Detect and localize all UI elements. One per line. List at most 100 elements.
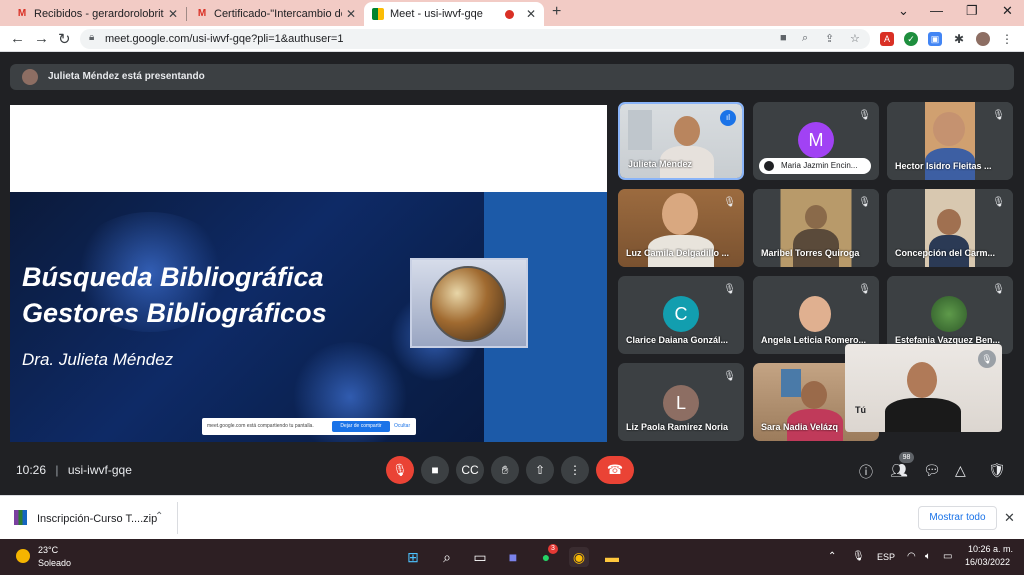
lock-icon[interactable]: 🔒︎ — [89, 32, 94, 43]
url-text[interactable]: meet.google.com/usi-iwvf-gqe?pli=1&authu… — [105, 33, 343, 45]
chrome-icon[interactable]: ◉ — [569, 547, 589, 567]
mic-off-button[interactable]: 🎙︎ — [386, 456, 414, 484]
participant-tile[interactable]: 🎙︎ Concepción del Carm... — [887, 189, 1013, 267]
camera-icon[interactable]: ■ — [780, 32, 787, 44]
participant-tile[interactable]: L 🎙︎ Liz Paola Ramirez Noria — [618, 363, 744, 441]
profile-avatar[interactable] — [976, 32, 990, 46]
close-icon[interactable]: ✕ — [1004, 510, 1015, 526]
notification-badge: 3 — [548, 544, 558, 554]
download-bar: Inscripción-Curso T....zip ⌃ Mostrar tod… — [0, 495, 1024, 539]
participant-name: Clarice Daiana Gonzál... — [626, 335, 729, 345]
new-tab-button[interactable]: + — [552, 3, 561, 21]
weather-description[interactable]: Soleado — [38, 558, 71, 568]
extension-screen-icon[interactable]: ▣ — [928, 32, 942, 46]
tab-title: Recibidos - gerardorolobritez@g — [34, 8, 164, 20]
share-icon[interactable]: ⇪ — [825, 32, 834, 45]
meeting-time: 10:26 — [16, 463, 47, 477]
chat-icon[interactable]: 💬︎ — [923, 462, 941, 479]
hide-notice-button[interactable]: Ocultar — [394, 423, 410, 429]
book-globe-image — [430, 266, 506, 342]
battery-icon[interactable]: ▭ — [943, 551, 952, 562]
presenter-avatar — [22, 69, 38, 85]
extensions-puzzle-icon[interactable]: ✱ — [952, 32, 966, 46]
zoom-icon[interactable]: ⌕ — [802, 32, 808, 45]
weather-temperature[interactable]: 23°C — [38, 545, 58, 555]
bookmark-star-icon[interactable]: ☆ — [850, 32, 860, 45]
mic-off-icon: 🎙︎ — [978, 350, 996, 368]
mic-off-icon: 🎙︎ — [723, 197, 736, 208]
search-icon[interactable]: ⌕ — [437, 547, 457, 567]
participant-face — [933, 112, 965, 146]
meeting-details-icon[interactable]: ⓘ — [859, 462, 873, 482]
host-controls-icon[interactable]: 🛡︎ — [988, 462, 1006, 479]
self-view-tile[interactable]: 🎙︎ Tú — [845, 344, 1002, 432]
clock-time[interactable]: 10:26 a. m. — [968, 544, 1013, 554]
end-call-button[interactable]: ☎︎ — [596, 456, 634, 484]
presenting-text: Julieta Méndez está presentando — [48, 71, 205, 82]
language-indicator[interactable]: ESP — [877, 552, 895, 562]
windows-start-icon[interactable]: ⊞ — [403, 547, 423, 567]
close-tab-icon[interactable]: ✕ — [168, 7, 178, 21]
participant-face — [931, 296, 967, 332]
participant-avatar: M — [798, 122, 834, 158]
camera-button[interactable]: ■ — [421, 456, 449, 484]
speaking-indicator-icon: ıl — [720, 110, 736, 126]
microphone-icon[interactable]: 🎙︎ — [852, 551, 865, 562]
tab-search-icon[interactable]: ⌄ — [898, 3, 909, 19]
raise-hand-button[interactable]: ✋︎ — [491, 456, 519, 484]
activities-icon[interactable]: △ — [955, 462, 966, 479]
participant-tile[interactable]: 🎙︎ Luz Camila Delgadillo ... — [618, 189, 744, 267]
show-all-downloads-button[interactable]: Mostrar todo — [918, 506, 997, 530]
tab-gmail-inbox[interactable]: M Recibidos - gerardorolobritez@g ✕ — [8, 2, 186, 26]
chevron-up-icon[interactable]: ⌃ — [828, 551, 836, 562]
tab-title: Certificado-"Intercambio de Expe — [214, 8, 342, 20]
back-arrow-icon[interactable]: ← — [10, 30, 25, 47]
present-screen-button[interactable]: ⇧ — [526, 456, 554, 484]
slide-content: Búsqueda Bibliográfica Gestores Bibliogr… — [10, 192, 607, 442]
minimize-button[interactable]: — — [930, 3, 943, 18]
close-tab-icon[interactable]: ✕ — [346, 7, 356, 21]
meeting-info: 10:26 | usi-iwvf-gqe — [16, 463, 132, 477]
extension-icon[interactable]: A — [880, 32, 894, 46]
participant-face — [674, 116, 700, 146]
people-icon[interactable]: 👥︎ — [890, 462, 908, 479]
user-icon — [764, 161, 774, 171]
chevron-up-icon[interactable]: ⌃ — [155, 511, 163, 522]
participant-tile[interactable]: C 🎙︎ Clarice Daiana Gonzál... — [618, 276, 744, 354]
close-tab-icon[interactable]: ✕ — [526, 7, 536, 21]
restore-button[interactable]: ❐ — [966, 3, 978, 19]
volume-icon[interactable]: 🔈︎ — [925, 551, 931, 562]
tab-gmail-certificado[interactable]: M Certificado-"Intercambio de Expe ✕ — [188, 2, 364, 26]
participant-tile[interactable]: 🎙︎ Hector Isidro Fleitas ... — [887, 102, 1013, 180]
task-view-icon[interactable]: ▭ — [470, 547, 490, 567]
participant-tile[interactable]: ıl Julieta Méndez — [618, 102, 744, 180]
share-notice-text: meet.google.com está compartiendo tu pan… — [207, 423, 314, 429]
forward-arrow-icon[interactable]: → — [34, 30, 49, 47]
participant-face — [801, 381, 827, 409]
browser-menu-icon[interactable]: ⋮ — [1000, 32, 1014, 46]
file-explorer-icon[interactable]: ▬ — [602, 547, 622, 567]
close-window-button[interactable]: ✕ — [1002, 3, 1013, 19]
slide-author: Dra. Julieta Méndez — [22, 350, 174, 369]
participant-tile[interactable]: M 🎙︎ Maria Jazmin Encin... — [753, 102, 879, 180]
meeting-control-bar: 10:26 | usi-iwvf-gqe 🎙︎ ■ CC ✋︎ ⇧ ⋮ ☎︎ ⓘ… — [0, 452, 1024, 495]
teams-chat-icon[interactable]: ■ — [503, 547, 523, 567]
wifi-icon[interactable]: ◠ — [907, 551, 916, 562]
participant-name: Liz Paola Ramirez Noria — [626, 422, 729, 432]
mic-off-icon: 🎙︎ — [858, 197, 871, 208]
download-filename[interactable]: Inscripción-Curso T....zip — [37, 513, 157, 525]
participant-tile[interactable]: 🎙︎ Maribel Torres Quiroga — [753, 189, 879, 267]
more-options-button[interactable]: ⋮ — [561, 456, 589, 484]
participant-tile[interactable]: 🎙︎ Angela Leticia Romero... — [753, 276, 879, 354]
participant-tile[interactable]: 🎙︎ Estefania Vazquez Ben... — [887, 276, 1013, 354]
reload-icon[interactable]: ↻ — [58, 30, 71, 48]
stop-sharing-button[interactable]: Dejar de compartir — [332, 421, 390, 432]
sun-icon[interactable] — [16, 549, 30, 563]
captions-button[interactable]: CC — [456, 456, 484, 484]
tab-meet[interactable]: Meet - usi-iwvf-gqe ✕ — [364, 2, 544, 26]
clock-date[interactable]: 16/03/2022 — [965, 557, 1010, 567]
omnibox[interactable]: 🔒︎ meet.google.com/usi-iwvf-gqe?pli=1&au… — [80, 29, 870, 49]
participant-face — [805, 205, 827, 229]
participant-name: Maribel Torres Quiroga — [761, 248, 860, 258]
extension-check-icon[interactable]: ✓ — [904, 32, 918, 46]
